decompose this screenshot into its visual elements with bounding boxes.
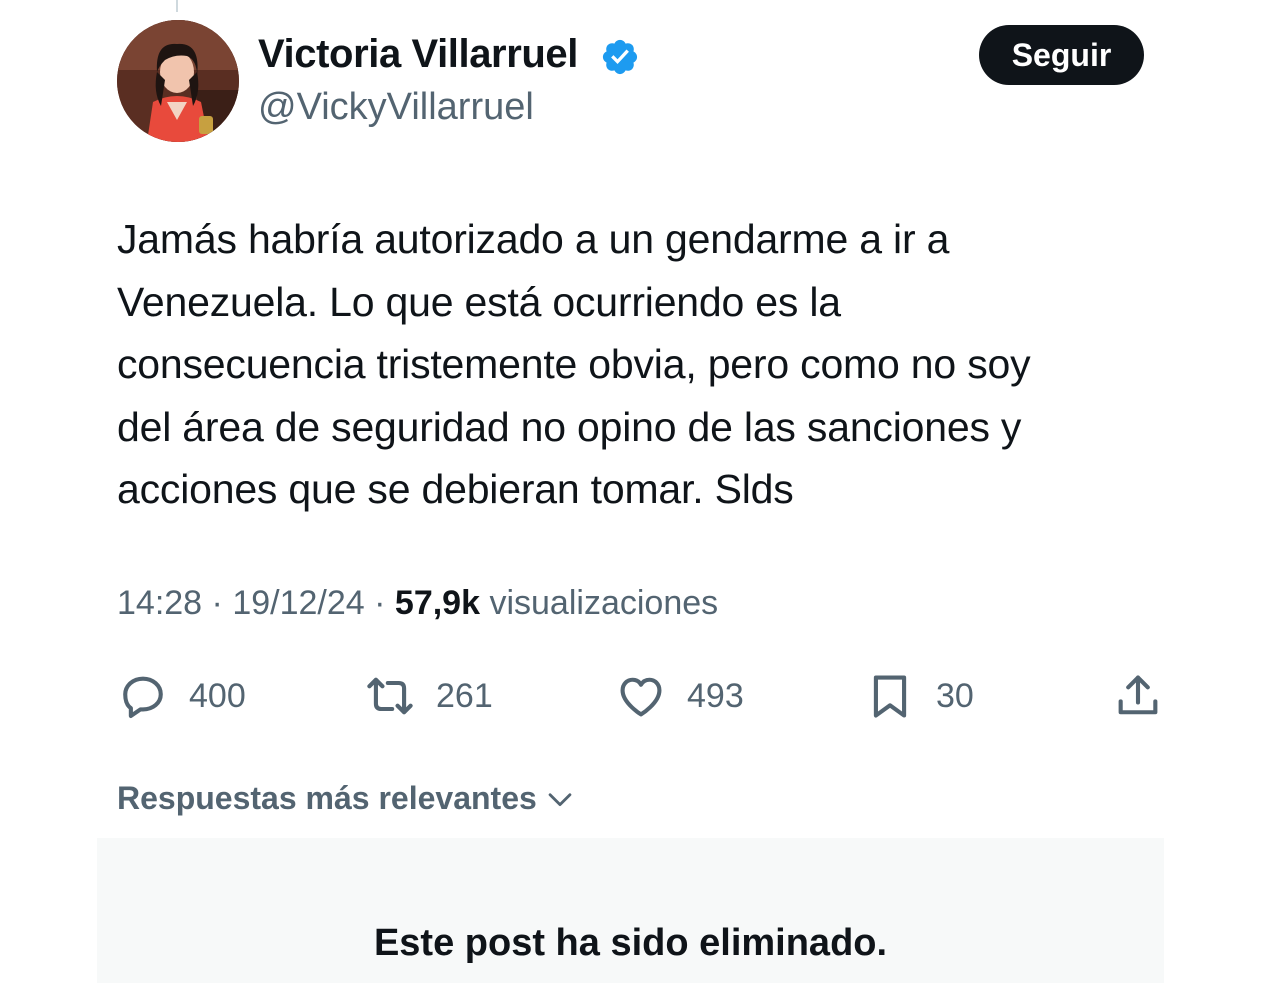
avatar-image: [117, 20, 239, 142]
tweet-date[interactable]: 19/12/24: [232, 584, 364, 622]
repost-button[interactable]: 261: [364, 668, 493, 724]
like-button[interactable]: 493: [615, 668, 744, 724]
tweet-text: Jamás habría autorizado a un gendarme a …: [117, 208, 1177, 521]
deleted-post-notice: Este post ha sido eliminado.: [373, 922, 888, 964]
tweet-text-line: Venezuela. Lo que está ocurriendo es la: [117, 278, 841, 325]
chevron-down-icon: [548, 792, 572, 806]
avatar[interactable]: [117, 20, 239, 142]
heart-icon: [620, 677, 662, 717]
replies-sort-dropdown[interactable]: Respuestas más relevantes: [117, 780, 577, 817]
tweet-text-line: consecuencia tristemente obvia, pero com…: [117, 341, 1031, 387]
bookmark-button[interactable]: 30: [864, 668, 974, 724]
bookmark-count: 30: [936, 676, 974, 715]
reply-icon: [123, 676, 163, 718]
tweet-metadata: 14:28 · 19/12/24 · 57,9k visualizaciones: [117, 584, 718, 623]
reply-count: 400: [189, 676, 246, 715]
share-icon: [1118, 675, 1158, 715]
bookmark-icon: [873, 675, 907, 718]
meta-separator: ·: [374, 584, 386, 622]
tweet-text-line: Jamás habría autorizado a un gendarme a …: [117, 216, 950, 262]
author-display-name[interactable]: Victoria Villarruel: [258, 32, 578, 77]
like-count: 493: [687, 676, 744, 715]
meta-separator: ·: [211, 584, 223, 622]
thread-connector-line: [176, 0, 178, 12]
deleted-reply-card: Este post ha sido eliminado.: [97, 838, 1164, 983]
follow-button[interactable]: Seguir: [979, 25, 1144, 85]
views-label: visualizaciones: [489, 584, 719, 622]
repost-count: 261: [436, 676, 493, 715]
replies-sort-label: Respuestas más relevantes: [117, 780, 537, 816]
tweet-page: Victoria Villarruel @VickyVillarruel Seg…: [0, 0, 1280, 983]
author-handle[interactable]: @VickyVillarruel: [258, 86, 534, 129]
tweet-text-line: del área de seguridad no opino de las sa…: [117, 403, 1022, 450]
reply-button[interactable]: 400: [117, 668, 246, 724]
views-count: 57,9k: [394, 584, 481, 622]
share-button[interactable]: [1112, 668, 1184, 724]
tweet-time[interactable]: 14:28: [117, 584, 202, 622]
verified-badge-icon: [602, 39, 638, 75]
tweet-text-line: acciones que se debieran tomar. Slds: [117, 466, 794, 512]
repost-icon: [367, 677, 413, 715]
